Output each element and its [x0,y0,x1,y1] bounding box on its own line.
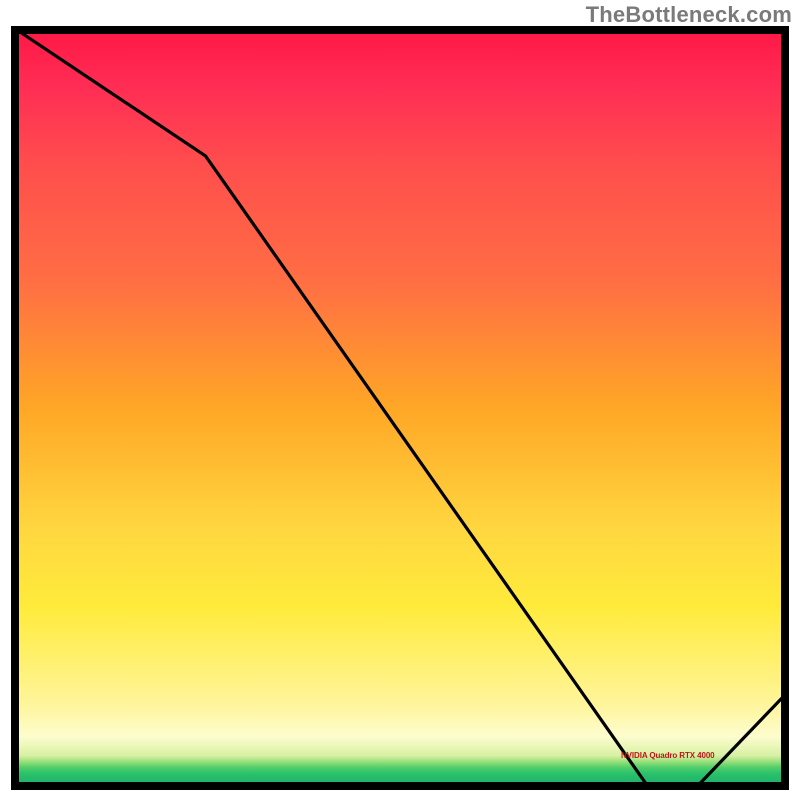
watermark-text: TheBottleneck.com [586,2,792,28]
chart-wrapper: TheBottleneck.com NVIDIA Quadro RTX 4000 [0,0,800,800]
plot-frame: NVIDIA Quadro RTX 4000 [11,26,789,790]
gpu-annotation-label: NVIDIA Quadro RTX 4000 [621,751,715,760]
bottleneck-line [11,26,789,790]
